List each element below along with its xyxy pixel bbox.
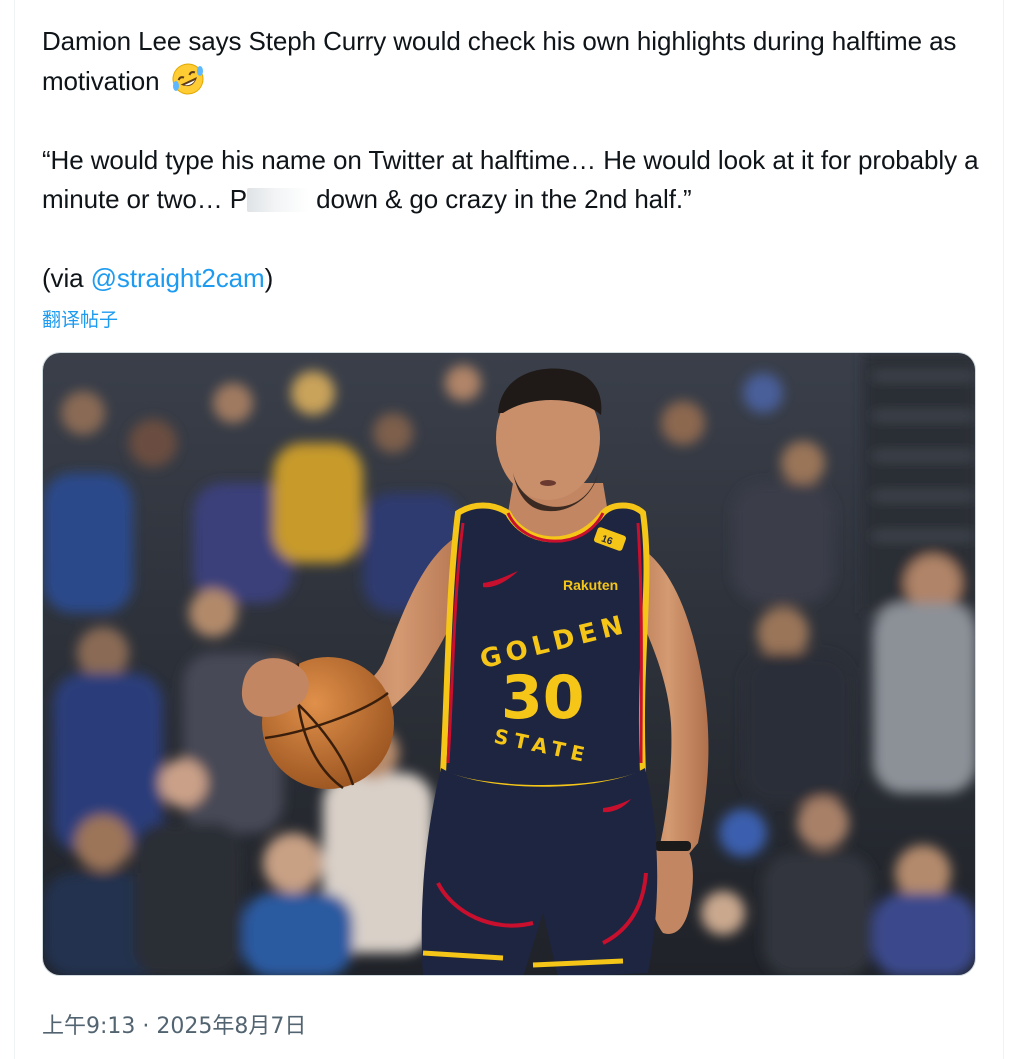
quote-after: down & go crazy in the 2nd half.”: [309, 184, 692, 214]
tweet-text: Damion Lee says Steph Curry would check …: [42, 22, 982, 299]
via-prefix: (via: [42, 263, 91, 293]
rolling-laughing-emoji-icon: [171, 62, 205, 96]
tweet-paragraph-1: Damion Lee says Steph Curry would check …: [42, 22, 982, 101]
translate-post-link[interactable]: 翻译帖子: [42, 305, 118, 332]
column-border-right: [1003, 0, 1004, 1059]
jersey-sponsor: Rakuten: [563, 577, 618, 593]
tweet-timestamp[interactable]: 上午9:13 · 2025年8月7日: [42, 1008, 306, 1040]
via-suffix: ): [264, 263, 274, 293]
jersey-number: 30: [501, 663, 585, 733]
player-photo-illustration: 16 Rakuten GOLDEN 30 STATE: [43, 353, 975, 975]
mention-link[interactable]: @straight2cam: [91, 263, 265, 293]
censor-blur: [247, 188, 310, 212]
column-border-left: [14, 0, 15, 1059]
tweet-paragraph-2: “He would type his name on Twitter at ha…: [42, 141, 982, 220]
tweet-photo[interactable]: 16 Rakuten GOLDEN 30 STATE: [42, 352, 976, 976]
tweet-paragraph-3: (via @straight2cam): [42, 259, 982, 299]
